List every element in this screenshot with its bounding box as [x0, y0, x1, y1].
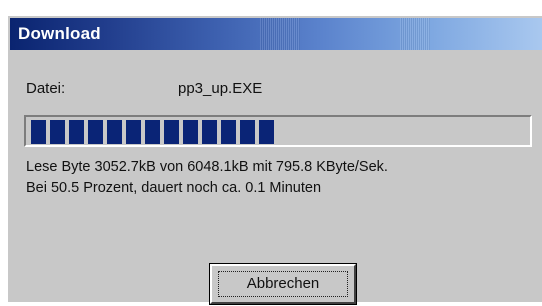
title-bar-texture: [260, 18, 300, 50]
progress-segment: [259, 120, 274, 144]
progress-track: [28, 119, 528, 144]
progress-segment: [107, 120, 122, 144]
progress-segment: [126, 120, 141, 144]
download-progress-bar: [24, 115, 532, 147]
progress-segment: [50, 120, 65, 144]
title-bar-texture: [400, 18, 430, 50]
progress-segment: [183, 120, 198, 144]
progress-segment: [164, 120, 179, 144]
title-bar[interactable]: Download: [10, 18, 542, 50]
cancel-button[interactable]: Abbrechen: [210, 264, 356, 304]
file-label: Datei:: [26, 80, 66, 97]
progress-segment: [202, 120, 217, 144]
cancel-button-label: Abbrechen: [246, 275, 320, 292]
download-dialog: Download Datei: pp3_up.EXE Lese Byte 305…: [6, 14, 542, 304]
progress-segment: [145, 120, 160, 144]
remaining-time-text: Bei 50.5 Prozent, dauert noch ca. 0.1 Mi…: [26, 180, 322, 196]
progress-segment: [31, 120, 46, 144]
progress-segment: [88, 120, 103, 144]
progress-segment: [221, 120, 236, 144]
progress-segment: [240, 120, 255, 144]
file-name: pp3_up.EXE: [178, 80, 263, 97]
window-title: Download: [18, 24, 101, 43]
progress-segment: [69, 120, 84, 144]
transfer-status-text: Lese Byte 3052.7kB von 6048.1kB mit 795.…: [26, 159, 388, 175]
